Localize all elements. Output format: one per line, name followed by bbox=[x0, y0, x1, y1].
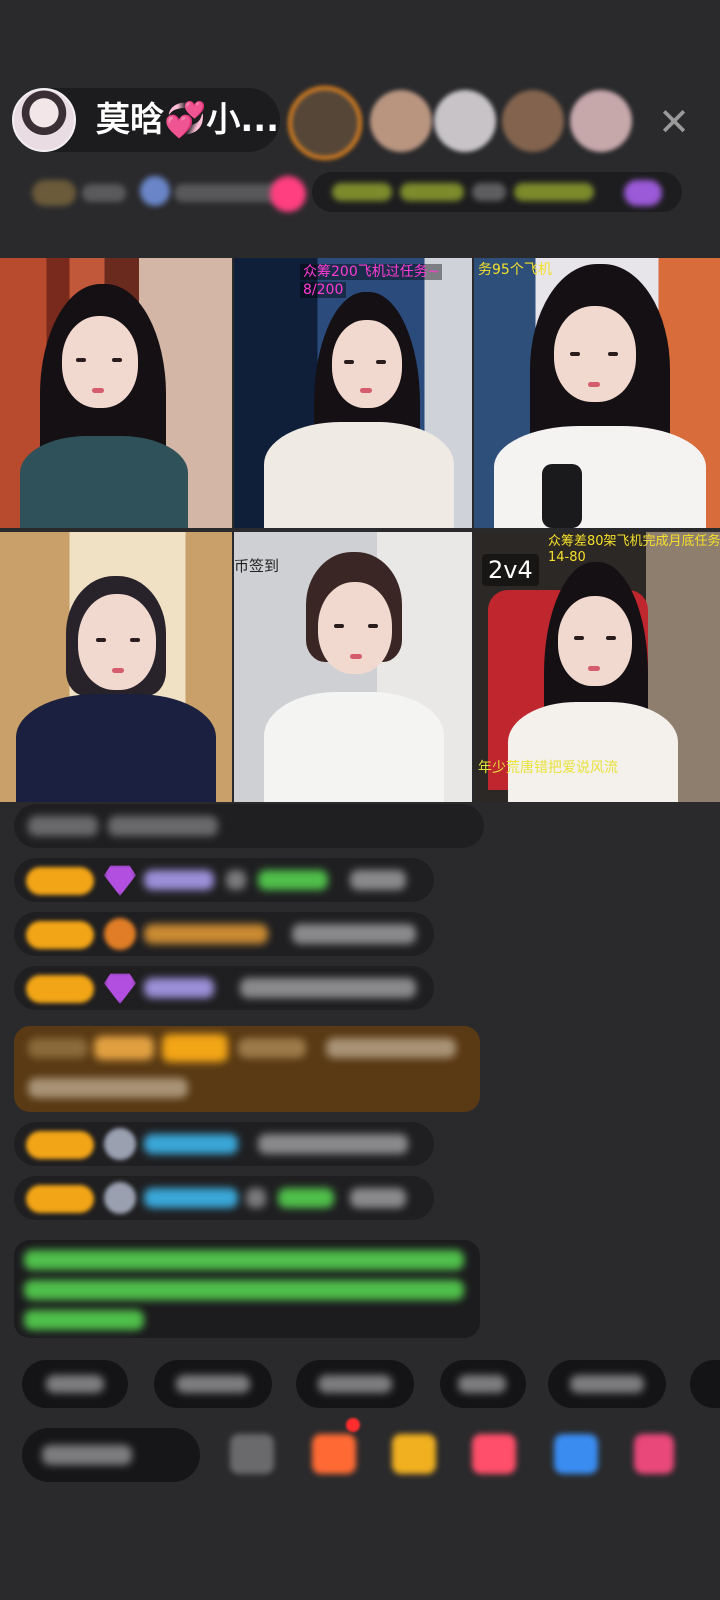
viewer-avatar[interactable] bbox=[570, 90, 632, 152]
username bbox=[144, 924, 268, 944]
video-tile-3[interactable]: 务95个飞机 bbox=[474, 258, 720, 528]
heart-icon[interactable] bbox=[472, 1434, 516, 1474]
viewer-avatar[interactable] bbox=[434, 90, 496, 152]
quick-chip[interactable] bbox=[548, 1360, 666, 1408]
chat-message[interactable] bbox=[14, 858, 434, 902]
streamer-figure bbox=[264, 552, 444, 802]
diamond-icon bbox=[104, 865, 136, 896]
fan-club-icon bbox=[104, 918, 136, 950]
emoji-icon[interactable] bbox=[230, 1434, 274, 1474]
chat-message[interactable] bbox=[14, 1122, 434, 1166]
tile-footer-text: 年少荒唐错把爱说风流 bbox=[478, 760, 618, 776]
level-badge bbox=[26, 1131, 94, 1159]
user-avatar-icon bbox=[104, 1182, 136, 1214]
task-label: 众筹200飞机过任务~ bbox=[300, 264, 443, 280]
fans-text bbox=[174, 184, 284, 202]
chat-message-system[interactable] bbox=[14, 804, 484, 848]
host-name: 莫晗💞小... bbox=[96, 100, 280, 140]
task-chip bbox=[472, 183, 506, 201]
chat-announcement[interactable] bbox=[14, 1240, 480, 1338]
video-tile-1[interactable] bbox=[0, 258, 232, 528]
viewer-list[interactable] bbox=[286, 84, 642, 160]
more-icon[interactable] bbox=[634, 1434, 674, 1474]
level-badge bbox=[26, 975, 94, 1003]
host-avatar[interactable] bbox=[12, 88, 76, 152]
quick-chip[interactable] bbox=[690, 1360, 720, 1408]
task-chip bbox=[332, 183, 392, 201]
microphone bbox=[542, 464, 582, 528]
chat-message[interactable] bbox=[14, 912, 434, 956]
level-badge bbox=[26, 1185, 94, 1213]
chat-highlight-message[interactable] bbox=[14, 1026, 480, 1112]
level-badge bbox=[26, 921, 94, 949]
task-label: 众筹差80架飞机完成月底任务 bbox=[548, 534, 720, 549]
video-tile-2[interactable]: 众筹200飞机过任务~ 8/200 bbox=[234, 258, 472, 528]
gift-box-icon[interactable] bbox=[312, 1434, 356, 1474]
notification-dot bbox=[346, 1418, 360, 1432]
gift-icon[interactable] bbox=[270, 176, 306, 212]
level-badge bbox=[26, 867, 94, 895]
streamer-figure bbox=[20, 276, 190, 528]
task-chip bbox=[400, 183, 464, 201]
username bbox=[144, 870, 214, 890]
video-tile-5[interactable]: 币签到 bbox=[234, 532, 472, 802]
multi-guest-video-grid: 众筹200飞机过任务~ 8/200 务95个飞机 币签到 众筹差80架飞机完成月… bbox=[0, 258, 720, 802]
chat-message[interactable] bbox=[14, 1176, 434, 1220]
quick-chip[interactable] bbox=[296, 1360, 414, 1408]
rank-badge[interactable] bbox=[32, 180, 76, 206]
chat-message[interactable] bbox=[14, 966, 434, 1010]
quick-chip[interactable] bbox=[22, 1360, 128, 1408]
game-icon[interactable] bbox=[554, 1434, 598, 1474]
quick-chip[interactable] bbox=[154, 1360, 272, 1408]
viewer-avatar[interactable] bbox=[370, 90, 432, 152]
video-tile-4[interactable] bbox=[0, 532, 232, 802]
user-avatar-icon bbox=[104, 1128, 136, 1160]
streamer-figure bbox=[264, 292, 454, 528]
close-icon[interactable]: ✕ bbox=[652, 100, 696, 144]
task-chip bbox=[514, 183, 594, 201]
comment-input[interactable] bbox=[22, 1428, 200, 1482]
viewer-avatar[interactable] bbox=[502, 90, 564, 152]
username bbox=[144, 1134, 238, 1154]
rank-text bbox=[82, 184, 126, 202]
fans-icon[interactable] bbox=[140, 176, 170, 206]
streamer-figure bbox=[16, 576, 216, 802]
viewer-avatar[interactable] bbox=[288, 86, 362, 160]
username bbox=[144, 1188, 238, 1208]
treasure-icon[interactable] bbox=[392, 1434, 436, 1474]
host-info-pill[interactable]: 莫晗💞小... bbox=[12, 88, 280, 152]
username bbox=[144, 978, 214, 998]
quick-chip[interactable] bbox=[440, 1360, 526, 1408]
video-tile-6[interactable]: 众筹差80架飞机完成月底任务 14-80 2v4 年少荒唐错把爱说风流 bbox=[474, 532, 720, 802]
streamer-figure bbox=[494, 264, 706, 528]
task-chip bbox=[624, 180, 662, 206]
diamond-icon bbox=[104, 973, 136, 1004]
live-stats-row bbox=[22, 170, 702, 214]
task-strip[interactable] bbox=[312, 172, 682, 212]
